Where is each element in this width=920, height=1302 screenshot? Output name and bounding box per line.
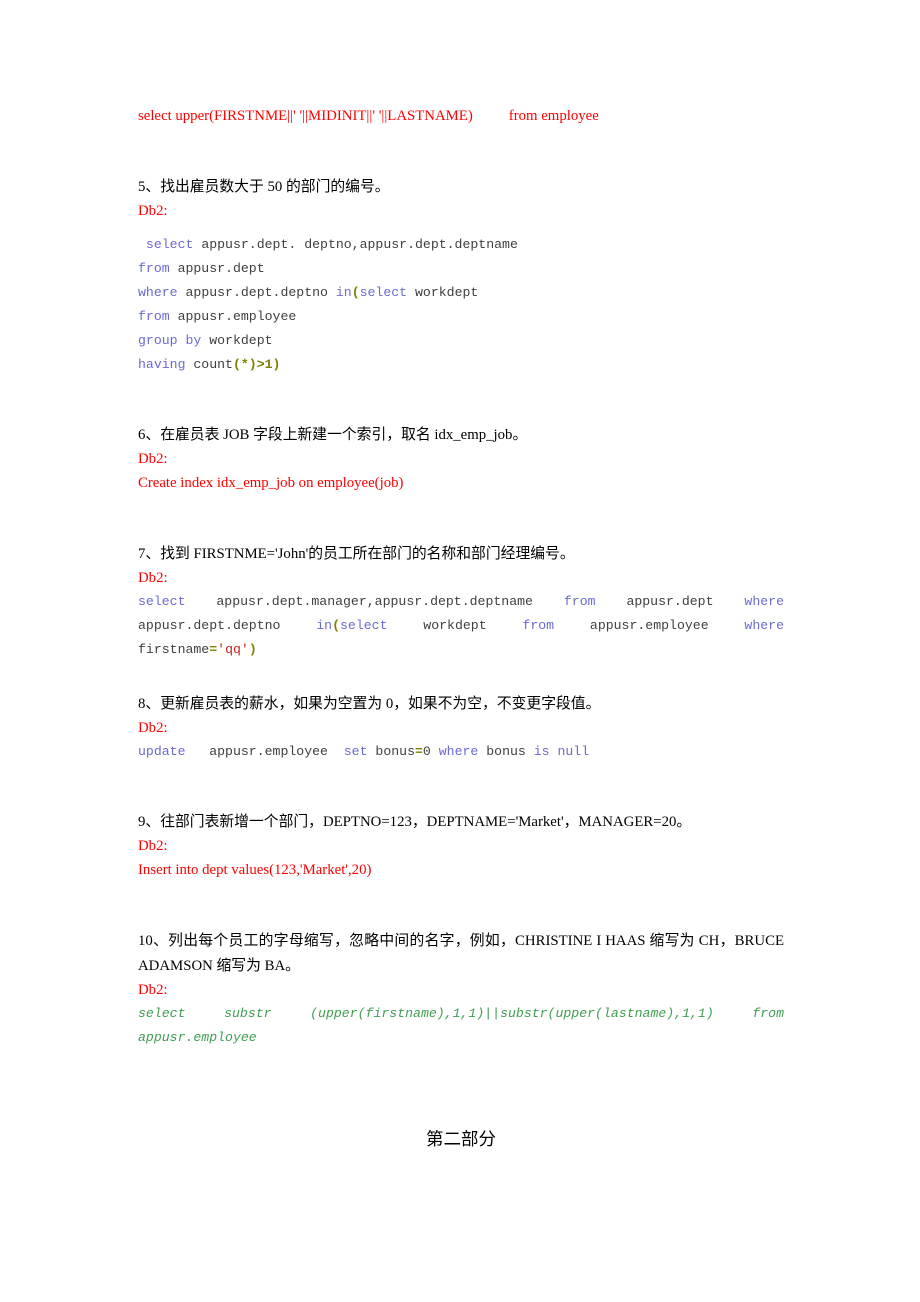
code-line: group by workdept [138, 333, 273, 348]
code-block-8: update appusr.employee set bonus=0 where… [138, 744, 590, 759]
question-10: 10、列出每个员工的字母缩写，忽略中间的名字，例如，CHRISTINE I HA… [138, 933, 784, 974]
code-line: where appusr.dept.deptno in(select workd… [138, 285, 479, 300]
db2-label-8: Db2: [138, 720, 168, 736]
code-line: select appusr.dept. deptno,appusr.dept.d… [145, 237, 518, 252]
answer-6: Create index idx_emp_job on employee(job… [138, 475, 404, 491]
code-line: from appusr.employee [138, 309, 297, 324]
answer-9: Insert into dept values(123,'Market',20) [138, 862, 372, 878]
document-page: select upper(FIRSTNME||' '||MIDINIT||' '… [0, 0, 920, 1302]
db2-label-5: Db2: [138, 203, 168, 219]
code-block-10: select substr (upper(firstname),1,1)||su… [138, 1006, 784, 1045]
db2-label-7: Db2: [138, 570, 168, 586]
db2-label-10: Db2: [138, 982, 168, 998]
document-content: select upper(FIRSTNME||' '||MIDINIT||' '… [138, 104, 784, 1152]
question-5: 5、找出雇员数大于 50 的部门的编号。 [138, 179, 390, 195]
db2-label-6: Db2: [138, 451, 168, 467]
part-title: 第二部分 [426, 1129, 496, 1149]
top-answer-text: select upper(FIRSTNME||' '||MIDINIT||' '… [138, 108, 473, 124]
top-answer-tail: from employee [508, 108, 599, 124]
question-7: 7、找到 FIRSTNME='John'的员工所在部门的名称和部门经理编号。 [138, 546, 575, 562]
db2-label-9: Db2: [138, 838, 168, 854]
code-block-5: select appusr.dept. deptno,appusr.dept.d… [138, 233, 784, 377]
question-6: 6、在雇员表 JOB 字段上新建一个索引，取名 idx_emp_job。 [138, 427, 528, 443]
code-block-7: select appusr.dept.manager,appusr.dept.d… [138, 594, 784, 657]
top-answer-line: select upper(FIRSTNME||' '||MIDINIT||' '… [138, 104, 784, 129]
code-line: from appusr.dept [138, 261, 265, 276]
question-9: 9、往部门表新增一个部门，DEPTNO=123，DEPTNAME='Market… [138, 814, 692, 830]
question-8: 8、更新雇员表的薪水，如果为空置为 0，如果不为空，不变更字段值。 [138, 696, 601, 712]
code-line: having count(*)>1) [138, 357, 281, 372]
